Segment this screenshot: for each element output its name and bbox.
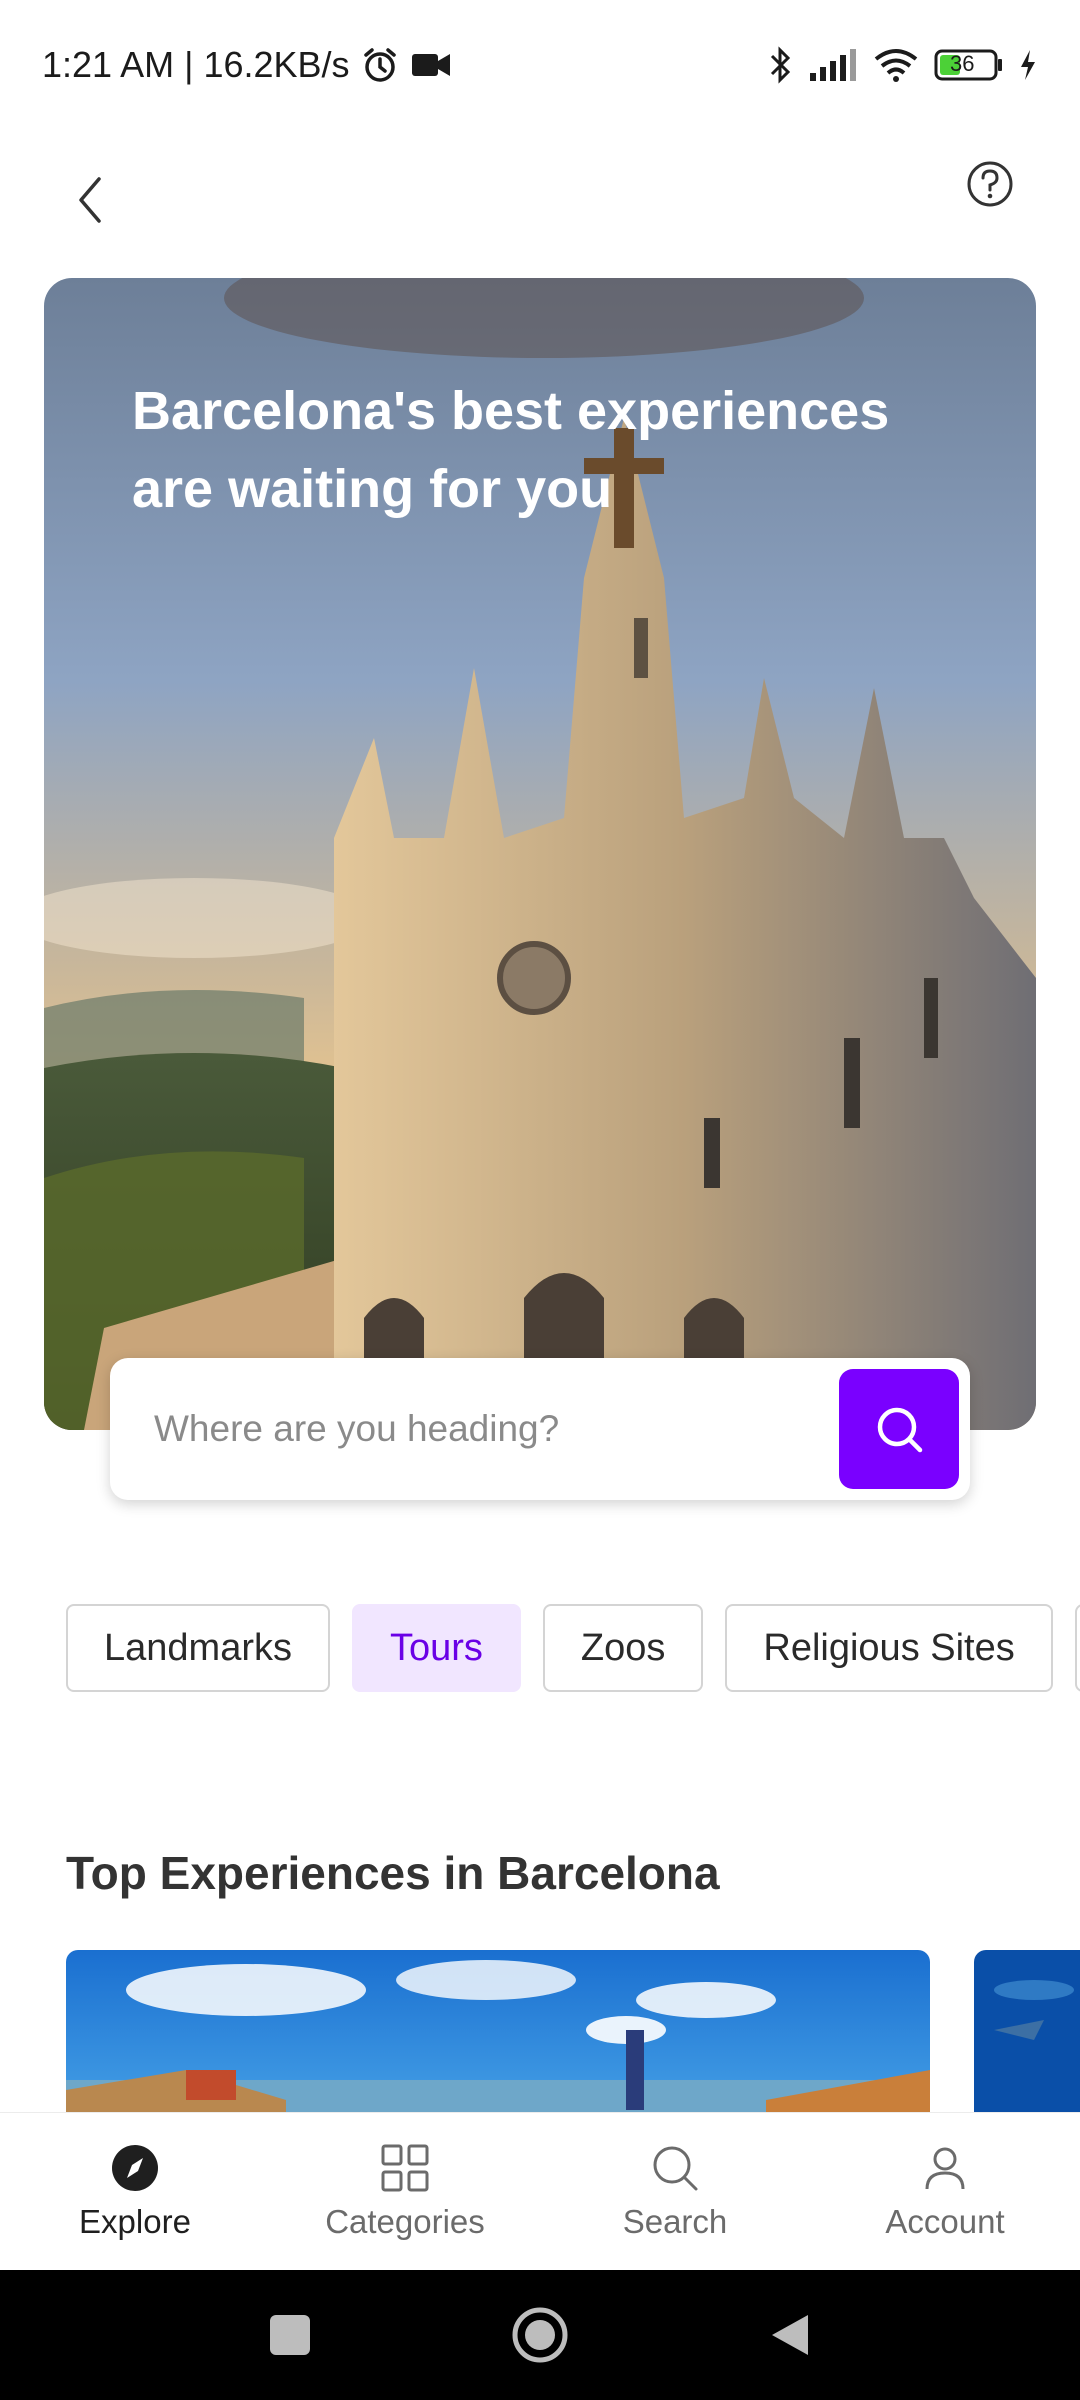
recents-button[interactable] <box>250 2295 330 2375</box>
status-right: 36 <box>768 45 1038 85</box>
nav-explore[interactable]: Explore <box>0 2113 270 2270</box>
triangle-back-icon <box>772 2315 808 2355</box>
search-icon <box>877 1407 923 1453</box>
nav-account[interactable]: Account <box>810 2113 1080 2270</box>
category-chips: Landmarks Tours Zoos Religious Sites <box>66 1604 1080 1694</box>
destination-search-input[interactable] <box>110 1358 839 1500</box>
chip-partial[interactable] <box>1074 1604 1080 1692</box>
system-navigation-bar <box>0 2270 1080 2400</box>
status-left: 1:21 AM | 16.2KB/s <box>42 44 452 86</box>
home-circle-icon <box>512 2307 568 2363</box>
nav-categories-label: Categories <box>325 2202 485 2240</box>
experience-card[interactable] <box>66 1950 930 2112</box>
destination-search-box <box>110 1358 970 1500</box>
search-submit-button[interactable] <box>839 1369 959 1489</box>
nav-explore-label: Explore <box>79 2202 191 2240</box>
signal-icon <box>808 47 858 83</box>
chip-zoos[interactable]: Zoos <box>542 1604 704 1692</box>
experience-carousel <box>66 1950 1080 2112</box>
bluetooth-icon <box>768 45 794 85</box>
experience-image <box>66 1950 930 2112</box>
grid-icon <box>381 2144 429 2191</box>
chip-landmarks[interactable]: Landmarks <box>66 1604 330 1692</box>
battery-icon: 36 <box>934 48 1004 82</box>
nav-search-label: Search <box>622 2202 728 2240</box>
chip-tours[interactable]: Tours <box>351 1604 521 1692</box>
back-system-button[interactable] <box>750 2295 830 2375</box>
back-button[interactable] <box>60 150 120 250</box>
wifi-icon <box>872 47 920 83</box>
status-time: 1:21 AM | 16.2KB/s <box>42 44 350 85</box>
nav-search[interactable]: Search <box>540 2113 810 2270</box>
chevron-left-icon <box>79 177 101 223</box>
experience-image <box>974 1950 1080 2112</box>
help-button[interactable] <box>960 154 1020 214</box>
alarm-icon <box>360 45 400 85</box>
help-icon <box>967 161 1013 207</box>
hero-title: Barcelona's best experiences are waiting… <box>132 381 890 519</box>
user-icon <box>925 2147 965 2189</box>
charging-icon <box>1018 48 1038 82</box>
bottom-navigation: Explore Categories Search Account <box>0 2112 1080 2270</box>
status-bar: 1:21 AM | 16.2KB/s 36 <box>0 0 1080 130</box>
chip-religious-sites[interactable]: Religious Sites <box>725 1604 1053 1692</box>
square-icon <box>270 2315 310 2355</box>
hero-banner: Barcelona's best experiences are waiting… <box>44 278 1036 1430</box>
nav-account-label: Account <box>885 2202 1005 2240</box>
search-icon <box>653 2146 698 2190</box>
top-app-bar <box>0 130 1080 280</box>
home-button[interactable] <box>500 2295 580 2375</box>
experience-card[interactable] <box>974 1950 1080 2112</box>
nav-categories[interactable]: Categories <box>270 2113 540 2270</box>
battery-level: 36 <box>950 51 975 76</box>
compass-icon <box>112 2144 158 2191</box>
video-camera-icon <box>410 49 452 81</box>
section-title: Top Experiences in Barcelona <box>66 1847 720 1899</box>
